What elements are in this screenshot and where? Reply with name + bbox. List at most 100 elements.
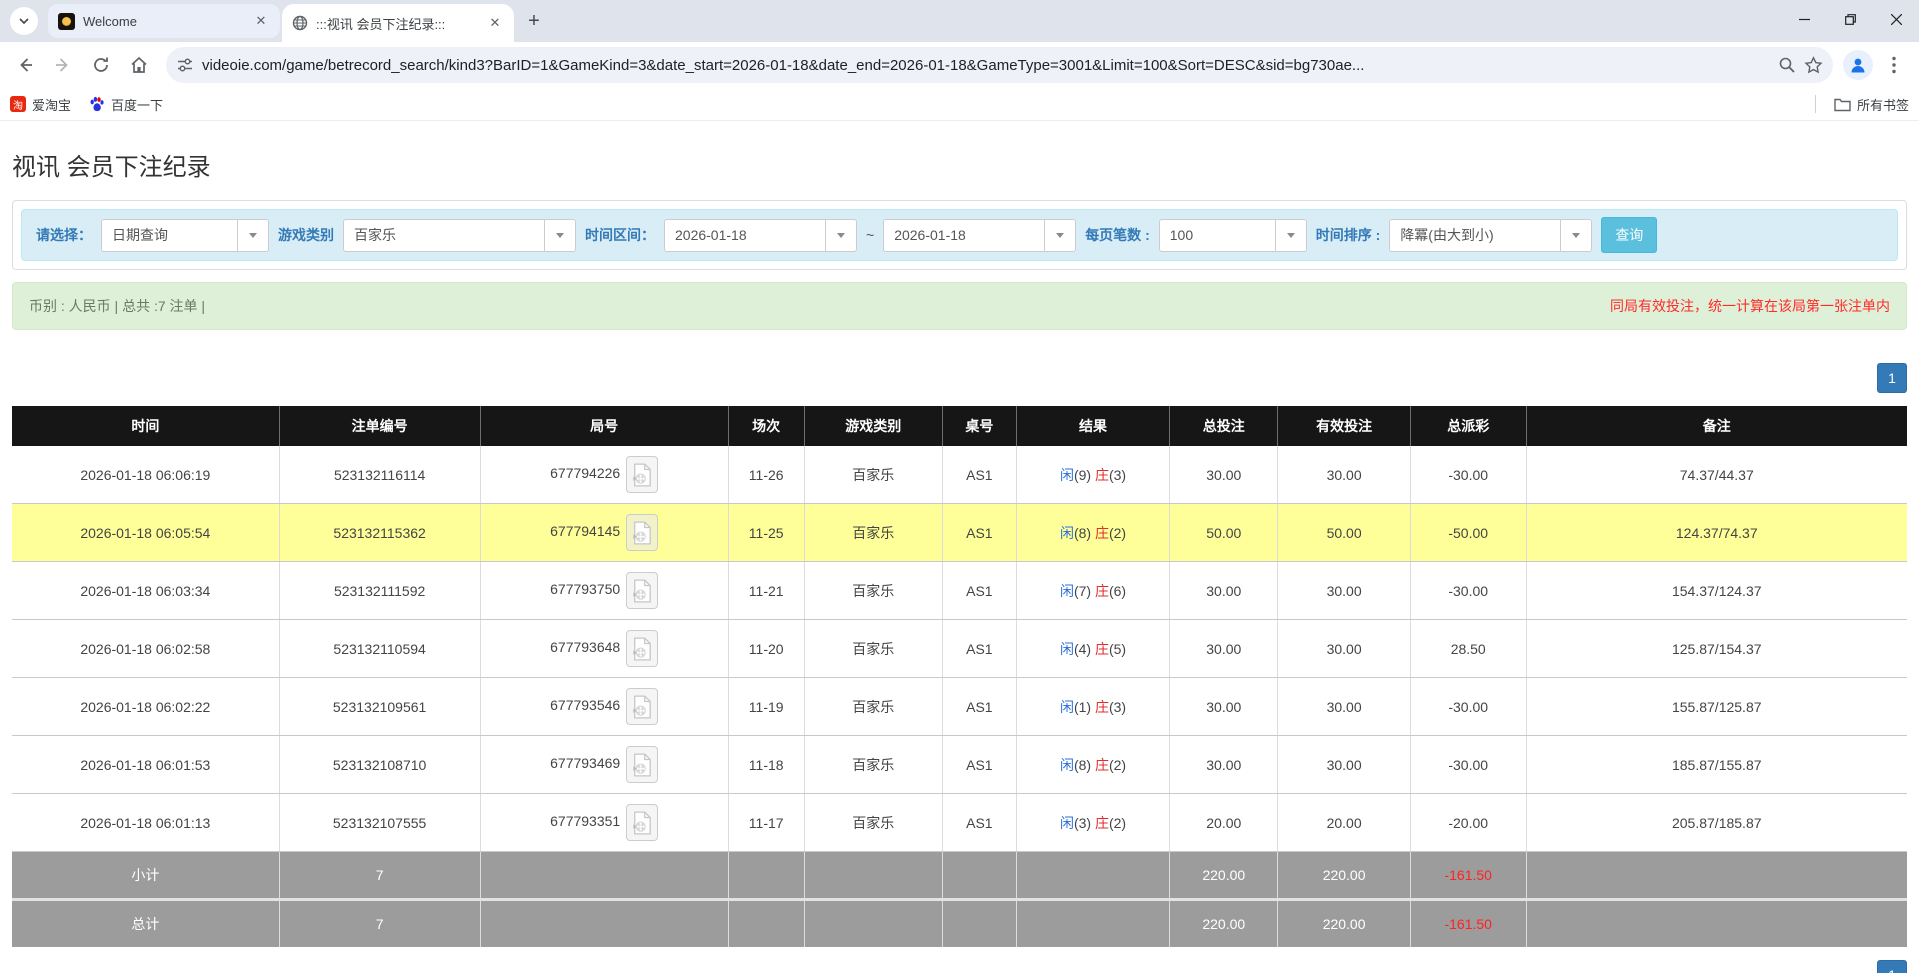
cell-game-kind: 百家乐	[804, 562, 942, 620]
currency-total-text: 币别 : 人民币 | 总共 :7 注单 |	[29, 296, 205, 316]
restore-button[interactable]	[1827, 0, 1873, 38]
tab-close-icon[interactable]: ✕	[252, 12, 270, 30]
summary-row: 小计7220.00220.00-161.50	[12, 852, 1907, 900]
column-header: 局号	[480, 406, 728, 446]
chevron-down-icon[interactable]	[1275, 220, 1306, 251]
chevron-down-icon[interactable]	[1560, 220, 1591, 251]
bookmark-label: 爱淘宝	[32, 95, 71, 114]
video-replay-button[interactable]	[626, 746, 658, 783]
close-window-button[interactable]	[1873, 0, 1919, 38]
cell-time: 2026-01-18 06:06:19	[12, 446, 279, 504]
cell-round-number: 677793648	[480, 620, 728, 678]
cell-table-number: AS1	[942, 620, 1016, 678]
chevron-down-icon[interactable]	[237, 220, 268, 251]
menu-kebab-icon[interactable]	[1877, 48, 1911, 82]
cell-session: 11-18	[728, 736, 804, 794]
result-banker: 庄	[1095, 583, 1109, 599]
cell-note: 125.87/154.37	[1526, 620, 1907, 678]
summary-cell: 220.00	[1170, 852, 1278, 900]
query-type-value: 日期查询	[102, 220, 237, 251]
video-replay-button[interactable]	[626, 804, 658, 841]
zoom-magnifier-icon[interactable]	[1778, 56, 1796, 74]
bookmark-baidu[interactable]: 百度一下	[89, 95, 163, 114]
sort-select[interactable]: 降冪(由大到小)	[1389, 219, 1592, 252]
new-tab-button[interactable]: +	[520, 7, 548, 35]
cell-payout: -30.00	[1410, 562, 1526, 620]
all-bookmarks-button[interactable]: 所有书签	[1834, 95, 1909, 114]
tab-title: Welcome	[83, 14, 244, 29]
result-player: 闲	[1060, 583, 1074, 599]
bookmark-star-icon[interactable]	[1804, 56, 1823, 75]
folder-icon	[1834, 97, 1851, 112]
page-1-button[interactable]: 1	[1877, 960, 1907, 973]
result-player: 闲	[1060, 699, 1074, 715]
result-player: 闲	[1060, 525, 1074, 541]
summary-cell	[1526, 852, 1907, 900]
date-end-value: 2026-01-18	[884, 220, 1044, 251]
per-page-select[interactable]: 100	[1159, 219, 1307, 252]
site-settings-tune-icon[interactable]	[176, 56, 194, 74]
video-icon	[632, 521, 652, 545]
search-button[interactable]: 查询	[1601, 217, 1657, 253]
cell-note: 74.37/44.37	[1526, 446, 1907, 504]
tab-strip: Welcome ✕ :::视讯 会员下注纪录::: ✕ +	[0, 0, 1919, 42]
result-player: 闲	[1060, 815, 1074, 831]
tab-search-chevron-icon[interactable]	[10, 7, 38, 35]
cell-round-number: 677793469	[480, 736, 728, 794]
video-replay-button[interactable]	[626, 456, 658, 493]
home-icon[interactable]	[122, 48, 156, 82]
summary-cell: 220.00	[1278, 852, 1411, 900]
tab-close-icon[interactable]: ✕	[486, 14, 504, 32]
address-bar[interactable]: videoie.com/game/betrecord_search/kind3?…	[166, 47, 1833, 83]
video-replay-button[interactable]	[626, 572, 658, 609]
cell-table-number: AS1	[942, 562, 1016, 620]
cell-game-kind: 百家乐	[804, 504, 942, 562]
all-bookmarks-label: 所有书签	[1857, 95, 1909, 114]
cell-session: 11-17	[728, 794, 804, 852]
chevron-down-icon[interactable]	[825, 220, 856, 251]
summary-cell: -161.50	[1410, 900, 1526, 948]
result-player-score: (7)	[1074, 583, 1091, 599]
cell-payout: -30.00	[1410, 736, 1526, 794]
chevron-down-icon[interactable]	[544, 220, 575, 251]
cell-total-bet: 30.00	[1170, 620, 1278, 678]
browser-tab-welcome[interactable]: Welcome ✕	[48, 4, 280, 38]
forward-icon[interactable]	[46, 48, 80, 82]
result-banker-score: (2)	[1109, 525, 1126, 541]
video-icon	[632, 579, 652, 603]
cell-session: 11-21	[728, 562, 804, 620]
result-banker-score: (3)	[1109, 467, 1126, 483]
round-number: 677794145	[550, 523, 620, 539]
summary-cell	[728, 852, 804, 900]
profile-avatar[interactable]	[1843, 50, 1873, 80]
table-row: 2026-01-18 06:01:53 523132108710 6777934…	[12, 736, 1907, 794]
reload-icon[interactable]	[84, 48, 118, 82]
url-text[interactable]: videoie.com/game/betrecord_search/kind3?…	[202, 57, 1770, 74]
summary-cell	[804, 852, 942, 900]
filter-panel: 请选择： 日期查询 游戏类别 百家乐 时间区间： 2026-01-18 ~ 20…	[12, 200, 1907, 270]
video-icon	[632, 753, 652, 777]
result-player-score: (4)	[1074, 641, 1091, 657]
bookmark-aitaobao[interactable]: 淘 爱淘宝	[10, 95, 71, 114]
chevron-down-icon[interactable]	[1044, 220, 1075, 251]
filter-bar: 请选择： 日期查询 游戏类别 百家乐 时间区间： 2026-01-18 ~ 20…	[21, 209, 1898, 261]
cell-result: 闲(3) 庄(2)	[1016, 794, 1169, 852]
video-replay-button[interactable]	[626, 688, 658, 725]
browser-tab-betrecord[interactable]: :::视讯 会员下注纪录::: ✕	[282, 4, 514, 42]
back-icon[interactable]	[8, 48, 42, 82]
minimize-button[interactable]	[1781, 0, 1827, 38]
video-icon	[632, 637, 652, 661]
video-replay-button[interactable]	[626, 514, 658, 551]
date-end-input[interactable]: 2026-01-18	[883, 219, 1076, 252]
table-header-row: 时间注单编号局号场次游戏类别桌号结果总投注有效投注总派彩备注	[12, 406, 1907, 446]
column-header: 场次	[728, 406, 804, 446]
column-header: 桌号	[942, 406, 1016, 446]
table-row: 2026-01-18 06:02:22 523132109561 6777935…	[12, 678, 1907, 736]
date-start-input[interactable]: 2026-01-18	[664, 219, 857, 252]
cell-time: 2026-01-18 06:02:58	[12, 620, 279, 678]
page-1-button[interactable]: 1	[1877, 363, 1907, 393]
query-type-select[interactable]: 日期查询	[101, 219, 269, 252]
game-kind-select[interactable]: 百家乐	[343, 219, 576, 252]
video-replay-button[interactable]	[626, 630, 658, 667]
result-banker: 庄	[1095, 757, 1109, 773]
